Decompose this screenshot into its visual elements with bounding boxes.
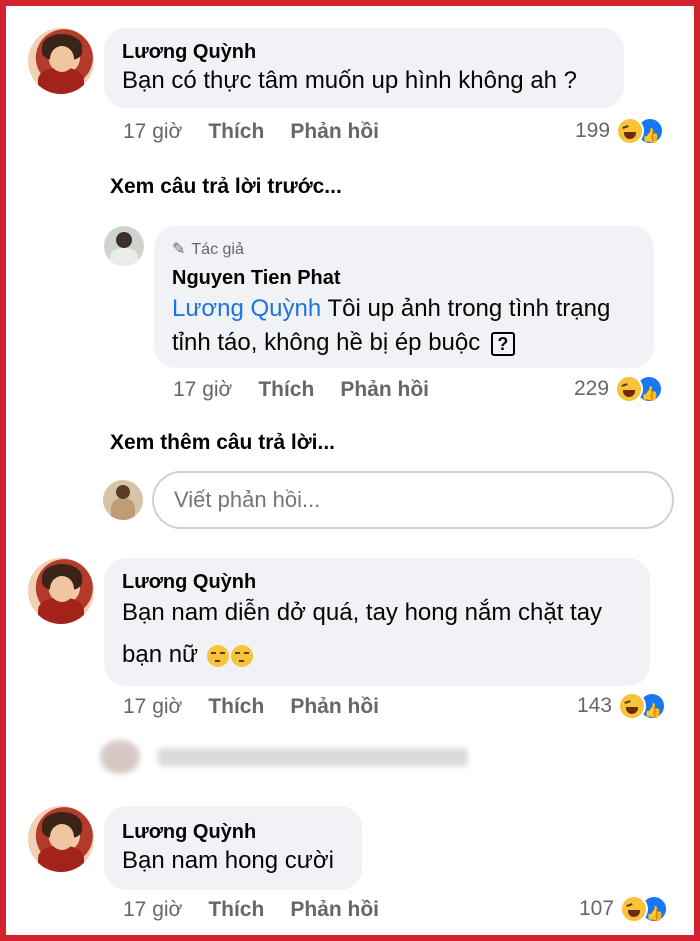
comment-bubble: Lương Quỳnh Bạn có thực tâm muốn up hình…	[104, 28, 624, 108]
comment-time[interactable]: 17 giờ	[123, 120, 182, 143]
comment-actions: 17 giờ Thích Phản hồi	[123, 896, 405, 924]
reaction-summary[interactable]: 229	[574, 375, 664, 407]
comment-bubble: Lương Quỳnh Bạn nam diễn dở quá, tay hon…	[104, 558, 650, 686]
unknown-emoji-icon: ?	[490, 331, 515, 356]
current-user-avatar	[103, 480, 143, 520]
comment-time[interactable]: 17 giờ	[123, 695, 182, 718]
comment-author-name[interactable]: Lương Quỳnh	[122, 820, 344, 844]
comment-actions: 17 giờ Thích Phản hồi	[123, 693, 405, 721]
avatar[interactable]	[28, 28, 94, 94]
reaction-count: 107	[579, 897, 615, 921]
comment-time[interactable]: 17 giờ	[173, 378, 232, 401]
reaction-count: 143	[577, 694, 613, 718]
comment-author-name[interactable]: Lương Quỳnh	[122, 40, 606, 64]
reaction-summary[interactable]: 107	[579, 895, 669, 927]
comment-actions: 17 giờ Thích Phản hồi	[173, 376, 455, 404]
like-button[interactable]: Thích	[258, 378, 314, 401]
like-button[interactable]: Thích	[208, 898, 264, 921]
comment-actions: 17 giờ Thích Phản hồi	[123, 118, 405, 146]
mention-link[interactable]: Lương Quỳnh	[172, 295, 321, 322]
comment-text: Bạn nam hong cười	[122, 847, 334, 874]
author-badge: ✎ Tác giả	[172, 240, 636, 260]
pen-icon: ✎	[172, 241, 186, 258]
comment-time[interactable]: 17 giờ	[123, 898, 182, 921]
unamused-face-icon	[206, 644, 229, 667]
reaction-summary[interactable]: 143	[577, 692, 667, 724]
reply-button[interactable]: Phản hồi	[340, 378, 429, 401]
redacted-reply-preview	[100, 736, 472, 776]
reaction-summary[interactable]: 199	[575, 117, 665, 149]
comment-author-name[interactable]: Lương Quỳnh	[122, 570, 632, 594]
see-previous-replies-link[interactable]: Xem câu trả lời trước...	[110, 173, 342, 201]
comment-text-line1: Bạn nam diễn dở quá, tay hong nắm chặt t…	[122, 599, 603, 626]
see-more-replies-link[interactable]: Xem thêm câu trả lời...	[110, 429, 335, 457]
comment-author-name[interactable]: Nguyen Tien Phat	[172, 266, 636, 290]
comment-bubble: Lương Quỳnh Bạn nam hong cười	[104, 806, 362, 890]
avatar[interactable]	[28, 558, 94, 624]
reply-button[interactable]: Phản hồi	[290, 120, 379, 143]
avatar[interactable]	[104, 226, 144, 266]
comment-text: bạn nữ	[122, 641, 199, 668]
like-button[interactable]: Thích	[208, 120, 264, 143]
unamused-face-icon	[230, 644, 253, 667]
reaction-count: 229	[574, 377, 610, 401]
reply-input[interactable]	[152, 471, 674, 529]
comment-bubble: ✎ Tác giả Nguyen Tien Phat Lương Quỳnh Tô…	[154, 226, 654, 368]
reply-button[interactable]: Phản hồi	[290, 898, 379, 921]
comment-text-line: Lương Quỳnh Tôi up ảnh trong tình trạng …	[172, 292, 636, 360]
comment-text: Bạn có thực tâm muốn up hình không ah ?	[122, 67, 578, 94]
like-button[interactable]: Thích	[208, 695, 264, 718]
comment-text-line2: bạn nữ	[122, 638, 632, 672]
reaction-count: 199	[575, 119, 611, 143]
reply-button[interactable]: Phản hồi	[290, 695, 379, 718]
author-badge-label: Tác giả	[191, 241, 244, 258]
avatar[interactable]	[28, 806, 94, 872]
